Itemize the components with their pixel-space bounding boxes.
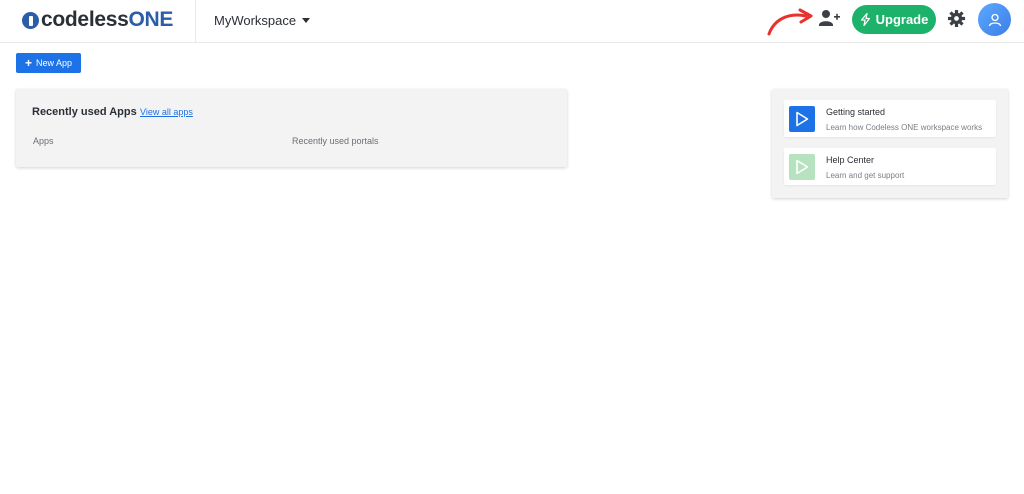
- help-center-subtitle: Learn and get support: [826, 171, 905, 180]
- recent-apps-title: Recently used Apps: [32, 106, 137, 118]
- upgrade-button[interactable]: Upgrade: [852, 5, 936, 34]
- upgrade-label: Upgrade: [875, 12, 929, 27]
- view-all-apps-link[interactable]: View all apps: [140, 107, 193, 117]
- getting-started-subtitle: Learn how Codeless ONE workspace works: [826, 123, 983, 132]
- plus-icon: +: [24, 56, 32, 70]
- play-icon: [789, 154, 815, 180]
- avatar[interactable]: [978, 3, 1011, 36]
- logo-text: codelessONE: [41, 8, 173, 32]
- workspace-name: MyWorkspace: [214, 12, 297, 28]
- apps-column-label: Apps: [33, 136, 54, 146]
- lightning-icon: [860, 13, 870, 26]
- top-header: codelessONE MyWorkspace Upgrade: [0, 0, 1024, 43]
- help-center-card[interactable]: Help Center Learn and get support: [784, 148, 996, 185]
- logo-text-part2: ONE: [128, 8, 174, 31]
- workspace-selector[interactable]: MyWorkspace: [214, 11, 311, 29]
- annotation-arrow-icon: [767, 8, 813, 36]
- recent-apps-panel: Recently used Apps View all apps Apps Re…: [16, 89, 567, 167]
- user-icon: [988, 13, 1001, 26]
- caret-down-icon: [302, 18, 311, 23]
- logo-text-part1: codeless: [41, 8, 129, 31]
- invite-user-icon[interactable]: [818, 8, 840, 28]
- getting-started-card[interactable]: Getting started Learn how Codeless ONE w…: [784, 100, 996, 137]
- play-icon: [789, 106, 815, 132]
- help-center-title: Help Center: [826, 155, 875, 165]
- new-app-button[interactable]: + New App: [16, 53, 81, 73]
- getting-started-title: Getting started: [826, 107, 886, 117]
- new-app-label: New App: [35, 58, 73, 68]
- recent-portals-label: Recently used portals: [292, 136, 379, 146]
- logo-mark-icon: [22, 11, 39, 29]
- header-divider: [195, 0, 196, 43]
- logo[interactable]: codelessONE: [22, 8, 173, 32]
- gear-icon[interactable]: [947, 9, 966, 28]
- help-panel: Getting started Learn how Codeless ONE w…: [772, 89, 1008, 198]
